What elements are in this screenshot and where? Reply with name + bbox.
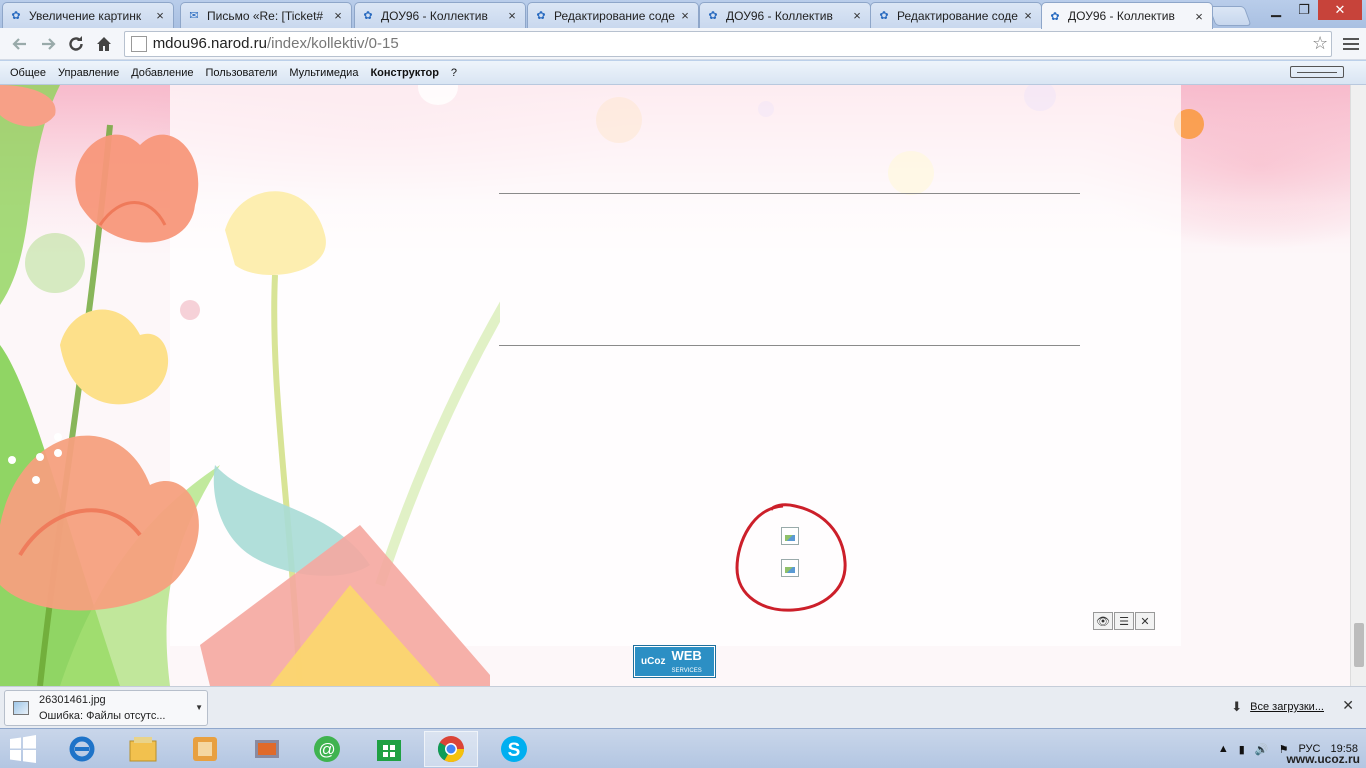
web-services-label: WEB SERVICES [671,648,702,674]
red-annotation-circle [735,503,847,612]
people-icon: ✿ [708,10,718,22]
svg-text:S: S [508,740,521,761]
tab-7-active[interactable]: ✿ ДОУ96 - Коллектив × [1041,2,1213,29]
block-edit-controls: 👁 ☰ ✕ [1093,612,1155,630]
download-item[interactable]: 26301461.jpg Ошибка: Файлы отсутс... ▼ [4,690,208,726]
tab-2[interactable]: ✉ Письмо «Re: [Ticket# × [180,2,352,28]
video-app-taskbar-icon[interactable] [240,731,294,767]
page-icon [130,35,147,52]
admin-menu-multimedia[interactable]: Мультимедиа [289,67,358,79]
dropdown-caret-icon[interactable]: ▼ [195,703,203,712]
ucoz-web-services-banner[interactable]: uCoz WEB SERVICES [633,645,716,678]
svg-text:@: @ [318,740,335,759]
eye-icon[interactable]: 👁 [1093,612,1113,630]
close-tab-icon[interactable]: × [153,8,167,23]
windows-start-icon[interactable] [8,735,38,763]
show-hidden-icons-icon[interactable]: ▲ [1218,743,1229,755]
close-tab-icon[interactable]: × [331,8,345,23]
ie-taskbar-icon[interactable] [55,731,109,767]
tab-title: ДОУ96 - Коллектив [381,8,488,23]
window-controls: ▁ ❐ ✕ [1262,0,1362,20]
app-taskbar-icon[interactable] [178,731,232,767]
new-tab-button[interactable] [1208,6,1252,26]
chrome-taskbar-icon[interactable] [424,731,478,767]
minimize-button[interactable]: ▁ [1262,0,1290,20]
close-tab-icon[interactable]: × [505,8,519,23]
people-icon: ✿ [11,10,21,22]
tab-4[interactable]: ✿ Редактирование соде × [527,2,699,28]
file-explorer-taskbar-icon[interactable] [116,731,170,767]
divider-line-top [499,193,1080,194]
people-icon: ✿ [1050,10,1060,23]
bookmark-star-icon[interactable]: ☆ [1309,33,1331,54]
reload-icon [69,35,83,51]
chrome-menu-button[interactable] [1336,30,1366,58]
ucoz-admin-bar: Общее Управление Добавление Пользователи… [0,61,1366,85]
download-status: Ошибка: Файлы отсутс... [39,710,166,722]
admin-menu-add[interactable]: Добавление [131,67,193,79]
address-bar[interactable]: mdou96.narod.ru/index/kollektiv/0-15 ☆ [123,30,1333,57]
tab-strip: ✿ Увеличение картинк × ✉ Письмо «Re: [Ti… [0,0,1366,29]
tab-1[interactable]: ✿ Увеличение картинк × [2,2,174,28]
flower-illustration [0,85,500,686]
home-icon [96,36,111,51]
page-viewport: 👁 ☰ ✕ uCoz WEB SERVICES [0,85,1350,686]
people-icon: ✿ [363,10,373,22]
skype-taskbar-icon[interactable]: S [487,731,541,767]
ucoz-logo: uCoz [641,656,666,667]
all-downloads-link-wrap: ⬇ Все загрузки... [1231,699,1324,715]
close-tab-icon[interactable]: × [678,8,692,23]
tab-title: Редактирование соде [897,8,1018,23]
download-arrow-icon: ⬇ [1231,699,1243,714]
admin-menu-help[interactable]: ? [451,67,457,79]
forward-arrow-icon [41,37,56,50]
back-arrow-icon [12,37,26,50]
tab-title: ДОУ96 - Коллектив [1068,9,1175,23]
admin-menu-users[interactable]: Пользователи [206,67,278,79]
close-tab-icon[interactable]: × [1192,9,1206,24]
tab-title: Редактирование соде [554,8,675,23]
tab-6[interactable]: ✿ Редактирование соде × [870,2,1042,28]
vertical-scrollbar[interactable] [1350,85,1366,686]
close-tab-icon[interactable]: × [1021,8,1035,23]
back-button[interactable] [6,30,34,58]
watermark-text: www.ucoz.ru [1286,752,1360,766]
download-filename: 26301461.jpg [39,694,106,706]
tab-title: Увеличение картинк [29,8,142,23]
mail-icon: ✉ [189,10,199,22]
admin-menu-general[interactable]: Общее [10,67,46,79]
panel-resize-icon[interactable] [1290,66,1344,78]
scrollbar-thumb[interactable] [1354,623,1364,667]
people-icon: ✿ [879,10,889,22]
browser-toolbar: mdou96.narod.ru/index/kollektiv/0-15 ☆ [0,28,1366,60]
close-tab-icon[interactable]: × [850,8,864,23]
divider-line-bottom [499,345,1080,346]
admin-menu-constructor[interactable]: Конструктор [370,67,438,79]
mail-agent-taskbar-icon[interactable]: @ [300,731,354,767]
people-icon: ✿ [536,10,546,22]
edit-list-icon[interactable]: ☰ [1114,612,1134,630]
delete-icon[interactable]: ✕ [1135,612,1155,630]
tab-title: ДОУ96 - Коллектив [726,8,833,23]
tab-5[interactable]: ✿ ДОУ96 - Коллектив × [699,2,871,28]
tab-3[interactable]: ✿ ДОУ96 - Коллектив × [354,2,526,28]
all-downloads-link[interactable]: Все загрузки... [1250,701,1324,713]
home-button[interactable] [90,30,118,58]
close-download-shelf-icon[interactable]: ✕ [1342,697,1354,714]
windows-taskbar: @ S ▲ ▮ 🔊 ⚑ РУС 19:58 www.ucoz.ru [0,728,1366,768]
close-window-button[interactable]: ✕ [1318,0,1362,20]
battery-icon[interactable]: ▮ [1239,743,1245,756]
store-taskbar-icon[interactable] [362,731,416,767]
reload-button[interactable] [62,30,90,58]
download-shelf: 26301461.jpg Ошибка: Файлы отсутс... ▼ ⬇… [0,686,1366,728]
admin-menu-management[interactable]: Управление [58,67,119,79]
tab-title: Письмо «Re: [Ticket# [207,8,324,23]
image-file-icon [13,701,29,715]
restore-button[interactable]: ❐ [1290,0,1318,20]
url-text[interactable]: mdou96.narod.ru/index/kollektiv/0-15 [153,35,1309,52]
volume-icon[interactable]: 🔊 [1255,743,1269,756]
forward-button[interactable] [34,30,62,58]
